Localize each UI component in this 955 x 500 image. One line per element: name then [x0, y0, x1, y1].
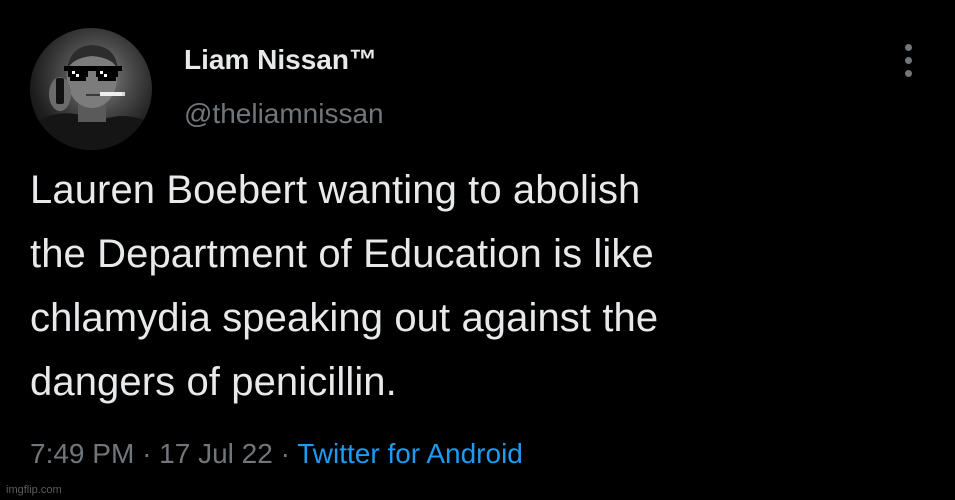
tweet-card: Liam Nissan™ @theliamnissan Lauren Boebe… — [0, 0, 955, 500]
meta-separator: · — [280, 438, 290, 469]
more-vertical-icon — [905, 70, 912, 77]
watermark: imgflip.com — [6, 484, 62, 496]
author-display-name[interactable]: Liam Nissan™ — [184, 44, 377, 76]
tweet-source-link[interactable]: Twitter for Android — [297, 438, 523, 469]
author-avatar[interactable] — [30, 28, 152, 150]
tweet-text: Lauren Boebert wanting to abolish the De… — [30, 168, 659, 404]
meta-separator: · — [142, 438, 152, 469]
tweet-meta: 7:49 PM · 17 Jul 22 · Twitter for Androi… — [30, 438, 523, 470]
tweet-date[interactable]: 17 Jul 22 — [159, 438, 273, 469]
more-vertical-icon — [905, 57, 912, 64]
more-options-button[interactable] — [896, 44, 922, 78]
more-vertical-icon — [905, 44, 912, 51]
avatar-photo-icon — [30, 45, 152, 150]
author-handle[interactable]: @theliamnissan — [184, 98, 384, 130]
tweet-time[interactable]: 7:49 PM — [30, 438, 134, 469]
